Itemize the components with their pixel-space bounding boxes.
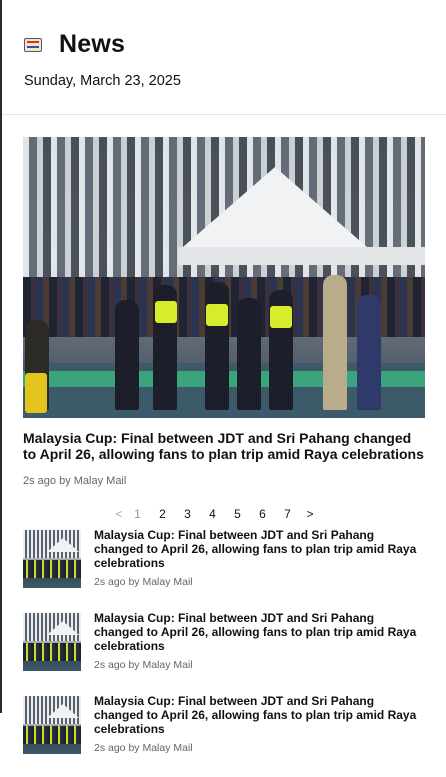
list-item[interactable]: Malaysia Cup: Final between JDT and Sri … [23, 694, 425, 777]
featured-meta: 2s ago by Malay Mail [23, 475, 127, 487]
page-3[interactable]: 3 [175, 507, 200, 521]
page-title: News [59, 30, 126, 58]
pagination: < 1 2 3 4 5 6 7 > [113, 507, 320, 521]
page-header: News Sunday, March 23, 2025 [0, 0, 446, 89]
pagination-next[interactable]: > [300, 507, 320, 521]
article-thumbnail[interactable] [23, 613, 81, 671]
article-meta: 2s ago by Malay Mail [94, 659, 193, 671]
header-divider [0, 114, 446, 115]
current-date: Sunday, March 23, 2025 [24, 73, 181, 89]
page-4[interactable]: 4 [200, 507, 225, 521]
list-item[interactable]: Malaysia Cup: Final between JDT and Sri … [23, 528, 425, 611]
article-title[interactable]: Malaysia Cup: Final between JDT and Sri … [94, 611, 425, 653]
list-item[interactable]: Malaysia Cup: Final between JDT and Sri … [23, 611, 425, 694]
page-1[interactable]: 1 [125, 507, 150, 521]
featured-title[interactable]: Malaysia Cup: Final between JDT and Sri … [23, 430, 425, 462]
article-meta: 2s ago by Malay Mail [94, 576, 193, 588]
article-title[interactable]: Malaysia Cup: Final between JDT and Sri … [94, 694, 425, 736]
title-row: News [24, 30, 446, 59]
page-5[interactable]: 5 [225, 507, 250, 521]
pagination-prev[interactable]: < [113, 507, 125, 521]
page-6[interactable]: 6 [250, 507, 275, 521]
newspaper-icon [24, 37, 42, 52]
page-7[interactable]: 7 [275, 507, 300, 521]
article-list: Malaysia Cup: Final between JDT and Sri … [23, 528, 425, 777]
article-title[interactable]: Malaysia Cup: Final between JDT and Sri … [94, 528, 425, 570]
window-edge [0, 0, 2, 713]
featured-article[interactable]: Malaysia Cup: Final between JDT and Sri … [23, 137, 425, 487]
article-meta: 2s ago by Malay Mail [94, 742, 193, 754]
featured-image[interactable] [23, 137, 425, 418]
page-2[interactable]: 2 [150, 507, 175, 521]
article-thumbnail[interactable] [23, 530, 81, 588]
article-thumbnail[interactable] [23, 696, 81, 754]
